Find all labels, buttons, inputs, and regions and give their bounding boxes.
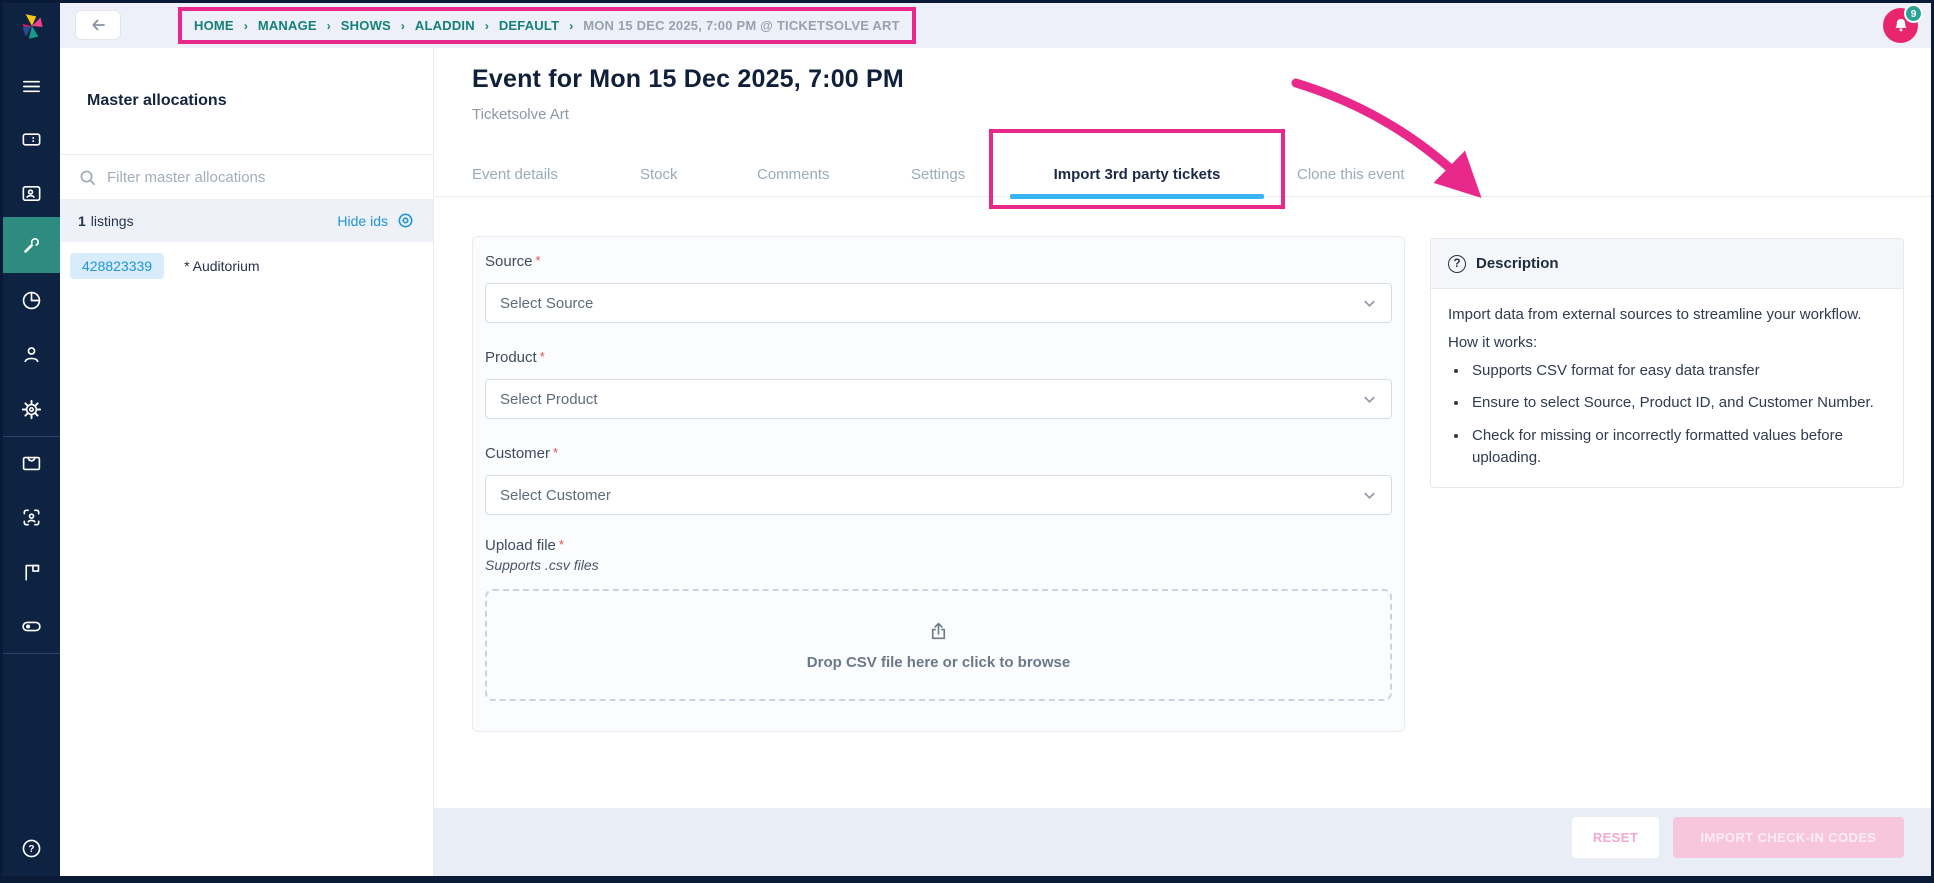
listings-count: 1 (78, 212, 86, 229)
description-title: Description (1476, 255, 1559, 272)
tickets-icon[interactable] (3, 115, 60, 163)
upload-file-label: Upload file * (485, 537, 564, 554)
breadcrumb-annotation-box: HOME › MANAGE › SHOWS › ALADDIN › DEFAUL… (178, 7, 916, 44)
toggle-icon[interactable] (3, 602, 60, 650)
required-marker: * (558, 537, 564, 552)
tabs-row: Event details Stock Comments Settings Im… (434, 129, 1931, 209)
contact-card-icon[interactable] (3, 169, 60, 217)
breadcrumb-separator: › (400, 18, 405, 33)
inbox-icon[interactable] (3, 439, 60, 487)
description-panel: ? Description Import data from external … (1430, 238, 1904, 488)
back-button[interactable] (75, 10, 121, 40)
breadcrumb-home[interactable]: HOME (194, 18, 234, 33)
page-subtitle: Ticketsolve Art (472, 106, 569, 123)
master-allocations-panel: Master allocations 1 listings Hide ids 4… (60, 48, 434, 876)
required-marker: * (553, 445, 559, 460)
allocation-list-item[interactable]: 428823339 * Auditorium (60, 242, 433, 290)
search-icon (80, 170, 96, 185)
description-intro: Import data from external sources to str… (1448, 306, 1862, 323)
menu-icon[interactable] (3, 62, 60, 110)
listings-count-label: listings (90, 212, 134, 229)
description-bullet: Ensure to select Source, Product ID, and… (1469, 392, 1886, 414)
dropzone-text: Drop CSV file here or click to browse (806, 653, 1071, 671)
upload-icon (931, 622, 946, 639)
tab-event-details[interactable]: Event details (472, 156, 558, 197)
source-label: Source * (485, 253, 541, 270)
customer-label: Customer * (485, 445, 559, 462)
breadcrumb-default[interactable]: DEFAULT (499, 18, 559, 33)
listings-count-row: 1 listings Hide ids (60, 199, 433, 242)
svg-text:?: ? (28, 844, 34, 855)
filter-master-allocations-input[interactable] (107, 168, 415, 186)
breadcrumb-current-event: MON 15 DEC 2025, 7:00 PM @ TICKETSOLVE A… (583, 18, 900, 33)
settings-icon[interactable] (3, 385, 60, 433)
breadcrumb-separator: › (569, 18, 574, 33)
hide-ids-link[interactable]: Hide ids (337, 211, 415, 230)
tab-clone-this-event[interactable]: Clone this event (1297, 156, 1405, 197)
tab-comments[interactable]: Comments (757, 156, 830, 197)
description-bullets: Supports CSV format for easy data transf… (1469, 360, 1886, 469)
notifications-avatar[interactable]: 9 (1883, 4, 1923, 43)
sidebar-divider (3, 436, 60, 437)
description-how-it-works: How it works: (1448, 333, 1538, 351)
app-window: ? HOME › MANAGE › SHOWS › ALADDIN › DEFA… (0, 0, 1934, 883)
description-body: Import data from external sources to str… (1431, 289, 1903, 487)
main-content: Event for Mon 15 Dec 2025, 7:00 PM Ticke… (434, 48, 1931, 876)
breadcrumb-separator: › (326, 18, 331, 33)
chevron-down-icon (1364, 300, 1375, 307)
breadcrumb-separator: › (243, 18, 248, 33)
sidebar-divider (3, 653, 60, 654)
breadcrumb-separator: › (484, 18, 489, 33)
required-marker: * (535, 253, 541, 268)
breadcrumb-manage[interactable]: MANAGE (258, 18, 317, 33)
reports-icon[interactable] (3, 276, 60, 324)
required-marker: * (539, 349, 545, 364)
panel-title: Master allocations (87, 92, 227, 109)
filter-row (60, 155, 433, 199)
allocation-id-pill[interactable]: 428823339 (70, 253, 165, 279)
breadcrumb-aladdin[interactable]: ALADDIN (415, 18, 475, 33)
help-icon[interactable]: ? (3, 824, 60, 872)
page-title: Event for Mon 15 Dec 2025, 7:00 PM (472, 65, 904, 93)
import-check-in-codes-button[interactable]: IMPORT CHECK-IN CODES (1673, 817, 1904, 858)
customers-icon[interactable] (3, 330, 60, 378)
customer-select[interactable]: Select Customer (485, 475, 1392, 515)
source-select[interactable]: Select Source (485, 283, 1392, 323)
ticketsolve-logo-icon (3, 7, 60, 47)
notification-badge: 9 (1904, 4, 1923, 23)
tab-stock[interactable]: Stock (640, 156, 678, 197)
allocation-name: * Auditorium (184, 258, 260, 274)
top-header: HOME › MANAGE › SHOWS › ALADDIN › DEFAUL… (60, 3, 1931, 48)
eye-icon (398, 213, 413, 228)
question-circle-icon: ? (1448, 254, 1466, 273)
active-tab-underline (1010, 194, 1264, 199)
sidebar: ? (3, 3, 60, 876)
footer-action-bar: RESET IMPORT CHECK-IN CODES (434, 808, 1931, 876)
boards-icon[interactable] (3, 548, 60, 596)
description-bullet: Supports CSV format for easy data transf… (1469, 360, 1886, 382)
reset-button[interactable]: RESET (1572, 817, 1659, 858)
check-in-scan-icon[interactable] (3, 493, 60, 541)
tab-settings[interactable]: Settings (911, 156, 965, 197)
description-header: ? Description (1431, 239, 1903, 289)
chevron-down-icon (1364, 492, 1375, 499)
description-bullet: Check for missing or incorrectly formatt… (1469, 425, 1886, 469)
import-form-card: Source * Select Source Product * Select Pr… (472, 236, 1405, 732)
csv-dropzone[interactable]: Drop CSV file here or click to browse (485, 589, 1392, 701)
upload-hint: Supports .csv files (485, 557, 599, 573)
tools-icon[interactable] (3, 217, 60, 273)
tab-import-3rd-party-tickets[interactable]: Import 3rd party tickets (989, 129, 1285, 209)
chevron-down-icon (1364, 396, 1375, 403)
product-select[interactable]: Select Product (485, 379, 1392, 419)
breadcrumb-shows[interactable]: SHOWS (341, 18, 391, 33)
product-label: Product * (485, 349, 545, 366)
